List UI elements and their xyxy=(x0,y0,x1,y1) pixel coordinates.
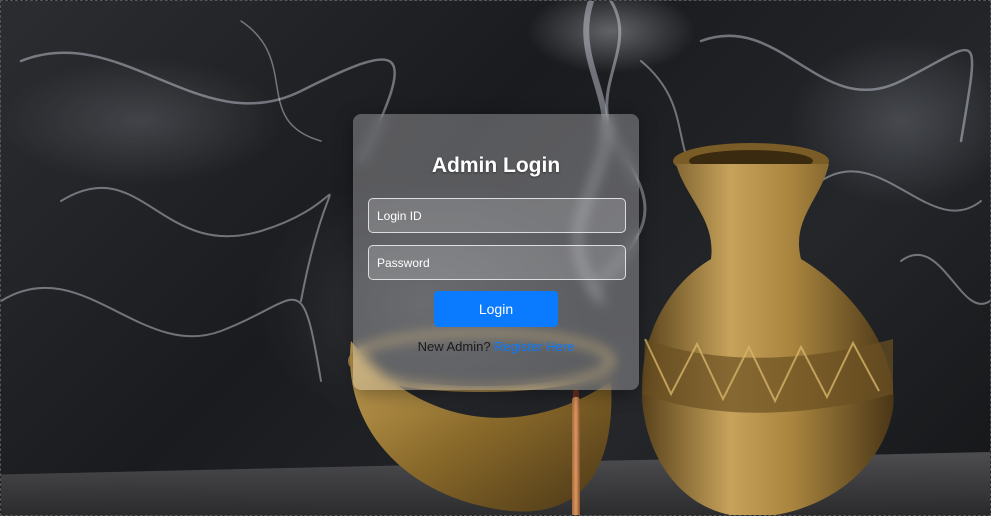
login-page: Admin Login Login New Admin? Register He… xyxy=(0,0,991,516)
password-input[interactable] xyxy=(368,245,626,280)
login-button[interactable]: Login xyxy=(434,291,558,327)
incense-stick xyxy=(572,397,580,515)
page-title: Admin Login xyxy=(431,154,561,177)
register-prompt-row: New Admin? Register Here xyxy=(353,339,639,354)
login-id-input[interactable] xyxy=(368,198,626,233)
brass-vase-image xyxy=(641,143,894,515)
register-prompt-text: New Admin? xyxy=(417,339,491,354)
login-card: Admin Login Login New Admin? Register He… xyxy=(353,114,639,390)
register-link[interactable]: Register Here xyxy=(494,339,574,354)
